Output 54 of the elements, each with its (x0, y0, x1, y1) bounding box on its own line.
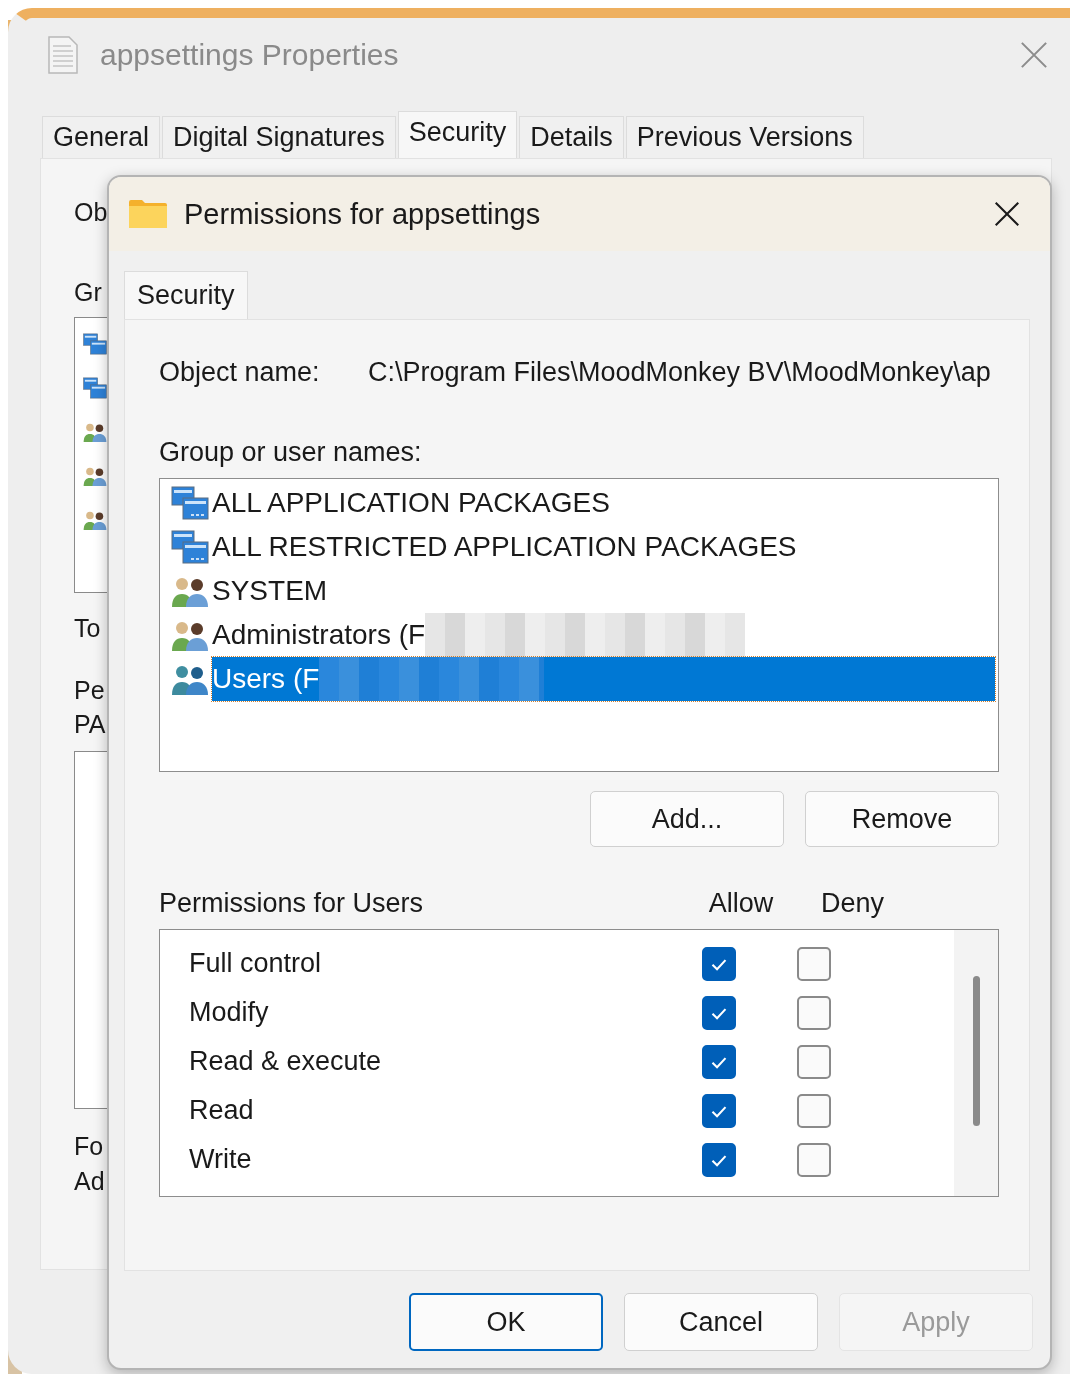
list-item[interactable]: ALL RESTRICTED APPLICATION PACKAGES (212, 525, 995, 569)
button[interactable]: OK (409, 1293, 603, 1351)
group-label: Group or user names: (159, 436, 422, 468)
allow-checkbox[interactable] (701, 995, 736, 1030)
tab[interactable]: Digital Signatures (162, 116, 396, 158)
button[interactable]: Remove (805, 791, 999, 847)
label: Ob (74, 197, 108, 227)
permission-name: Modify (188, 997, 270, 1028)
column-header: Deny (821, 887, 886, 919)
label: To (74, 613, 101, 643)
deny-checkbox[interactable] (797, 1142, 831, 1177)
list-box[interactable] (74, 751, 107, 1109)
deny-checkbox[interactable] (797, 1044, 831, 1079)
list-box[interactable] (74, 317, 107, 593)
list-item[interactable]: SYSTEM (212, 569, 995, 613)
permission-name: Read & execute (188, 1046, 383, 1077)
button[interactable]: Add... (590, 791, 784, 847)
list-item[interactable]: Administrators (F (212, 613, 995, 657)
allow-checkbox[interactable] (701, 1093, 736, 1128)
package-icon (171, 530, 209, 564)
list-item[interactable]: ALL APPLICATION PACKAGES (212, 481, 995, 525)
allow-checkbox[interactable] (701, 1142, 736, 1177)
object-name-value: C:\Program Files\MoodMonkey BV\MoodMonkey\ap (368, 356, 991, 388)
window-title: appsettings Properties (100, 38, 399, 72)
label: Pe (74, 675, 105, 705)
permission-name: Write (188, 1144, 253, 1175)
permission-name: Read (188, 1095, 255, 1126)
list-item[interactable]: Users (F (212, 657, 995, 701)
object-name-label: Object name: (159, 356, 321, 388)
tab[interactable]: Details (519, 116, 624, 158)
tab[interactable]: Previous Versions (625, 116, 864, 158)
column-header: Allow (707, 887, 775, 919)
scrollbar[interactable] (954, 930, 998, 1196)
tab[interactable]: Security (397, 111, 518, 158)
deny-checkbox[interactable] (797, 995, 831, 1030)
dialog-title: Permissions for appsettings (184, 197, 541, 231)
allow-checkbox[interactable] (701, 1044, 736, 1079)
package-icon (171, 486, 209, 520)
label: Gr (74, 277, 102, 307)
permission-name: Full control (188, 948, 323, 979)
deny-checkbox[interactable] (797, 946, 831, 981)
allow-checkbox[interactable] (701, 946, 736, 981)
deny-checkbox[interactable] (797, 1093, 831, 1128)
document-icon (48, 36, 78, 74)
tab[interactable]: Security (124, 271, 248, 319)
button[interactable]: Cancel (624, 1293, 818, 1351)
close-icon[interactable] (994, 201, 1020, 227)
tab[interactable]: General (42, 116, 161, 158)
scrollbar-thumb[interactable] (972, 976, 980, 1126)
permissions-label: Permissions for Users (159, 887, 425, 919)
label: Fo (74, 1131, 104, 1161)
label: Ad (74, 1166, 105, 1196)
folder-icon (128, 199, 168, 229)
label: PA (74, 709, 106, 739)
